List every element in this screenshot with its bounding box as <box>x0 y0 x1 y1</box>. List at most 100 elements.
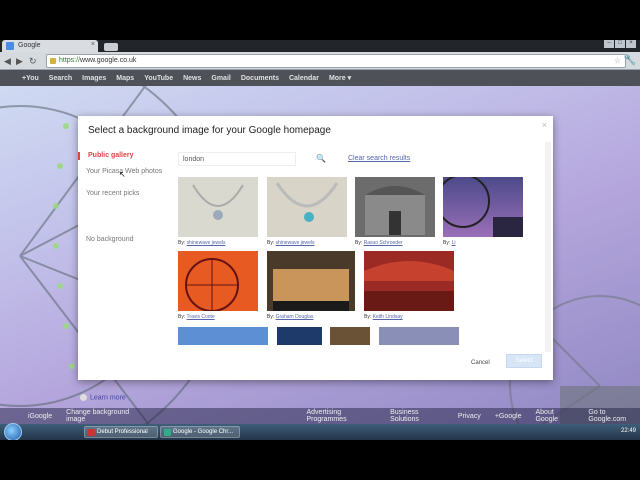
nav-public-gallery[interactable]: Public gallery <box>78 152 158 160</box>
image-credit-2: By: shinewave jewels <box>267 240 315 246</box>
credit-7-link[interactable]: Keith Lindsay <box>373 314 403 320</box>
footer-about[interactable]: About Google <box>535 409 574 423</box>
dialog-title: Select a background image for your Googl… <box>88 125 331 136</box>
credit-6-prefix: By: <box>267 314 275 320</box>
gbar-images[interactable]: Images <box>82 75 106 82</box>
image-credit-5: By: Travis Coote <box>178 314 215 320</box>
chrome-icon <box>164 429 171 436</box>
credit-4-prefix: By: <box>443 240 451 246</box>
image-thumb-5[interactable] <box>178 251 258 312</box>
credit-6-link[interactable]: Graham Douglas <box>276 314 314 320</box>
taskbar-item-chrome-label: Google - Google Chr... <box>173 429 234 435</box>
credit-2-link[interactable]: shinewave jewels <box>276 240 315 246</box>
thumb-5-picture <box>185 258 239 312</box>
gbar-documents[interactable]: Documents <box>241 75 279 82</box>
browser-tab[interactable]: Google × <box>2 40 98 52</box>
image-thumb-8[interactable] <box>178 327 268 345</box>
select-button[interactable]: Select <box>506 354 542 368</box>
image-credit-6: By: Graham Douglas <box>267 314 313 320</box>
wrench-menu-icon[interactable]: 🔧 <box>624 55 636 66</box>
debut-icon <box>88 429 95 436</box>
image-thumb-10[interactable] <box>330 327 370 345</box>
cancel-button[interactable]: Cancel <box>471 360 490 366</box>
gbar-youtube[interactable]: YouTube <box>144 75 173 82</box>
image-thumb-2[interactable] <box>267 177 347 237</box>
gbar-gmail[interactable]: Gmail <box>211 75 230 82</box>
thumb-4-picture <box>436 174 523 237</box>
image-thumb-11[interactable] <box>379 327 459 345</box>
footer-change-background[interactable]: Change background image <box>66 409 142 423</box>
credit-3-link[interactable]: Rasuo Schroeder <box>364 240 403 246</box>
info-icon <box>80 394 87 401</box>
gbar-more[interactable]: More ▾ <box>329 74 351 82</box>
image-credit-4: By: Li <box>443 240 456 246</box>
credit-1-link[interactable]: shinewave jewels <box>187 240 226 246</box>
credit-1-prefix: By: <box>178 240 186 246</box>
image-thumb-4[interactable] <box>436 174 523 237</box>
address-bar[interactable]: https://www.google.co.uk ☆ <box>46 54 626 68</box>
taskbar-item-chrome[interactable]: Google - Google Chr... <box>160 426 240 438</box>
new-tab-button[interactable] <box>104 43 118 51</box>
nav-no-background[interactable]: No background <box>86 236 166 244</box>
google-favicon-icon <box>6 42 14 50</box>
credit-7-prefix: By: <box>364 314 372 320</box>
footer-plus-google[interactable]: +Google <box>495 413 522 420</box>
back-icon[interactable]: ◀ <box>4 56 11 67</box>
image-search-input[interactable]: london <box>178 152 296 166</box>
learn-more-link[interactable]: Learn more <box>80 394 126 401</box>
bookmark-star-icon[interactable]: ☆ <box>614 56 621 65</box>
gbar-you[interactable]: +You <box>22 75 39 82</box>
image-thumb-3[interactable] <box>355 177 435 237</box>
search-icon[interactable]: 🔍 <box>316 154 326 163</box>
letterbox-top <box>0 0 640 40</box>
image-thumb-6[interactable] <box>267 251 355 311</box>
image-credit-1: By: shinewave jewels <box>178 240 226 246</box>
learn-more-label: Learn more <box>90 394 126 402</box>
footer-privacy[interactable]: Privacy <box>458 413 481 420</box>
close-window-icon[interactable]: × <box>626 40 636 48</box>
background-picker-dialog: Select a background image for your Googl… <box>78 116 553 401</box>
nav-picasa-photos[interactable]: Your Picasa Web photos <box>86 168 166 176</box>
gbar-calendar[interactable]: Calendar <box>289 75 319 82</box>
thumb-2-picture <box>275 182 339 222</box>
image-credit-7: By: Keith Lindsay <box>364 314 403 320</box>
footer-igoogle[interactable]: iGoogle <box>28 413 52 420</box>
taskbar-item-debut[interactable]: Debut Professional <box>84 426 158 438</box>
url-host: www.google.co.uk <box>80 57 137 64</box>
thumb-7-picture <box>364 261 454 311</box>
dialog-close-icon[interactable]: × <box>542 120 547 130</box>
google-bar: +You Search Images Maps YouTube News Gma… <box>0 70 640 86</box>
lock-icon <box>50 58 56 64</box>
system-clock[interactable]: 22:49 <box>621 428 636 434</box>
thumb-6-picture <box>273 269 349 311</box>
gbar-maps[interactable]: Maps <box>116 75 134 82</box>
screen: Google × – □ × ◀ ▶ ↻ https://www.google.… <box>0 0 640 480</box>
forward-icon[interactable]: ▶ <box>16 56 23 67</box>
image-thumb-7[interactable] <box>364 251 454 311</box>
dialog-scrollbar[interactable] <box>545 142 551 352</box>
footer-business[interactable]: Business Solutions <box>390 409 444 423</box>
credit-4-link[interactable]: Li <box>452 240 456 246</box>
image-thumb-1[interactable] <box>178 177 258 237</box>
maximize-icon[interactable]: □ <box>615 40 625 48</box>
minimize-icon[interactable]: – <box>604 40 614 48</box>
credit-5-prefix: By: <box>178 314 186 320</box>
thumb-3-picture <box>365 186 425 235</box>
start-button[interactable] <box>4 423 22 441</box>
credit-2-prefix: By: <box>267 240 275 246</box>
clear-search-link[interactable]: Clear search results <box>348 155 410 162</box>
tab-close-icon[interactable]: × <box>91 41 95 48</box>
footer-google-com[interactable]: Go to Google.com <box>588 409 640 423</box>
gbar-search[interactable]: Search <box>49 75 72 82</box>
gbar-news[interactable]: News <box>183 75 201 82</box>
footer-advertising[interactable]: Advertising Programmes <box>307 409 377 423</box>
thumb-1-picture <box>192 184 244 220</box>
image-thumb-9[interactable] <box>277 327 322 345</box>
window-controls: – □ × <box>604 40 636 48</box>
nav-recent-picks[interactable]: Your recent picks <box>86 190 166 198</box>
reload-icon[interactable]: ↻ <box>29 56 37 67</box>
credit-5-link[interactable]: Travis Coote <box>187 314 215 320</box>
mouse-cursor-icon: ↖ <box>119 170 126 179</box>
homepage-footer: iGoogle Change background image Advertis… <box>0 408 640 424</box>
image-credit-3: By: Rasuo Schroeder <box>355 240 403 246</box>
